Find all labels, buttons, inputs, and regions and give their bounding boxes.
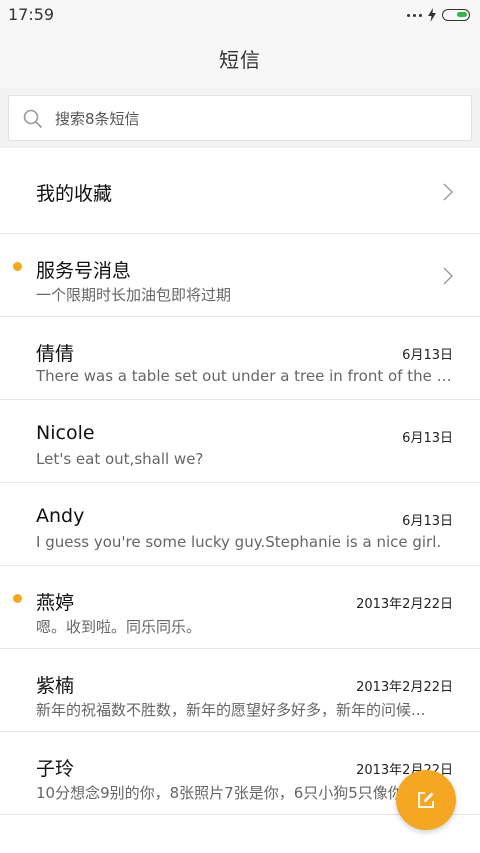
thread-preview: Let's eat out,shall we? bbox=[36, 450, 204, 468]
search-container bbox=[0, 88, 480, 148]
list-item[interactable]: 倩倩 6月13日 There was a table set out under… bbox=[0, 317, 480, 400]
list-item[interactable]: Nicole 6月13日 Let's eat out,shall we? bbox=[0, 400, 480, 483]
list-item-favorites[interactable]: 我的收藏 bbox=[0, 149, 480, 234]
signal-dots-icon bbox=[407, 13, 422, 17]
battery-icon bbox=[442, 9, 470, 21]
thread-preview: I guess you're some lucky guy.Stephanie … bbox=[36, 533, 442, 551]
thread-preview: 一个限期时长加油包即将过期 bbox=[36, 286, 232, 304]
chevron-right-icon bbox=[443, 267, 453, 285]
compose-button[interactable] bbox=[396, 770, 456, 830]
search-box[interactable] bbox=[8, 95, 472, 142]
thread-name: 紫楠 bbox=[36, 675, 75, 697]
thread-name: 燕婷 bbox=[36, 592, 75, 614]
thread-name: Nicole bbox=[36, 422, 95, 444]
status-time: 17:59 bbox=[8, 5, 55, 24]
list-item[interactable]: Andy 6月13日 I guess you're some lucky guy… bbox=[0, 483, 480, 566]
list-item[interactable]: 燕婷 2013年2月22日 嗯。收到啦。同乐同乐。 bbox=[0, 566, 480, 649]
app-bar: 短信 bbox=[0, 28, 480, 88]
thread-name: 服务号消息 bbox=[36, 260, 132, 282]
thread-date: 2013年2月22日 bbox=[356, 680, 453, 695]
search-icon bbox=[23, 109, 42, 128]
thread-name: 子玲 bbox=[36, 758, 75, 780]
chevron-right-icon bbox=[443, 183, 453, 201]
unread-dot bbox=[13, 594, 22, 603]
thread-preview: 嗯。收到啦。同乐同乐。 bbox=[36, 618, 202, 636]
thread-preview: There was a table set out under a tree i… bbox=[36, 367, 454, 385]
status-icons bbox=[407, 7, 470, 23]
charging-icon bbox=[428, 8, 436, 22]
list-item[interactable]: 服务号消息 一个限期时长加油包即将过期 bbox=[0, 234, 480, 317]
list-item[interactable]: 紫楠 2013年2月22日 新年的祝福数不胜数，新年的愿望好多好多，新年的问候.… bbox=[0, 649, 480, 732]
thread-preview: 新年的祝福数不胜数，新年的愿望好多好多，新年的问候... bbox=[36, 701, 426, 719]
search-input[interactable] bbox=[53, 96, 457, 142]
conversation-list: 我的收藏 服务号消息 一个限期时长加油包即将过期 倩倩 6月13日 There … bbox=[0, 149, 480, 815]
thread-name: 倩倩 bbox=[36, 343, 75, 365]
thread-date: 2013年2月22日 bbox=[356, 597, 453, 612]
thread-date: 6月13日 bbox=[402, 514, 453, 529]
compose-icon bbox=[418, 792, 434, 808]
thread-name: Andy bbox=[36, 505, 85, 527]
status-bar: 17:59 bbox=[0, 0, 480, 28]
page-title: 短信 bbox=[219, 48, 261, 72]
thread-date: 6月13日 bbox=[402, 431, 453, 446]
thread-date: 6月13日 bbox=[402, 348, 453, 363]
thread-preview: 10分想念9别的你，8张照片7张是你，6只小狗5只像你 bbox=[36, 784, 403, 802]
unread-dot bbox=[13, 262, 22, 271]
favorites-label: 我的收藏 bbox=[36, 183, 113, 205]
